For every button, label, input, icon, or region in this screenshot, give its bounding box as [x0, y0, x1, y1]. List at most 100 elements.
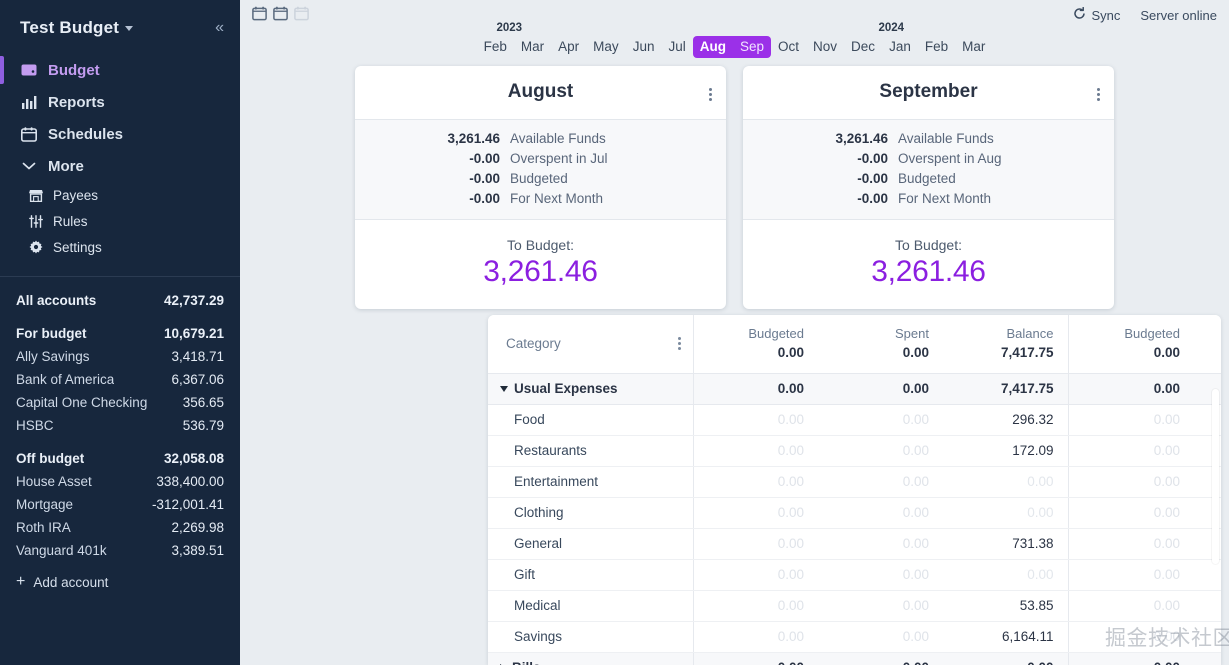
- month-mar-2023[interactable]: Mar: [514, 36, 551, 58]
- card-row-for-next-month[interactable]: -0.00 For Next Month: [743, 189, 1114, 209]
- cell-aug-balance[interactable]: 7,417.75: [943, 373, 1068, 404]
- sidebar-item-budget[interactable]: Budget: [0, 54, 240, 86]
- cell-aug-spent[interactable]: 0.00: [818, 497, 943, 528]
- account-group-for-budget[interactable]: For budget 10,679.21: [16, 322, 224, 345]
- chevrons-left-icon[interactable]: «: [215, 20, 224, 36]
- header-sep-spent[interactable]: Spent 0.00: [1194, 315, 1221, 373]
- to-budget-value[interactable]: 3,261.46: [355, 255, 726, 289]
- cell-aug-spent[interactable]: 0.00: [818, 590, 943, 621]
- card-row-overspent[interactable]: -0.00 Overspent in Jul: [355, 149, 726, 169]
- cell-sep-budgeted[interactable]: 0.00: [1068, 404, 1194, 435]
- cell-sep-budgeted[interactable]: 0.00: [1068, 435, 1194, 466]
- vertical-scrollbar[interactable]: [1212, 367, 1219, 665]
- card-row-budgeted[interactable]: -0.00 Budgeted: [743, 169, 1114, 189]
- row-category-cell[interactable]: General: [488, 528, 693, 559]
- cell-aug-balance[interactable]: 0.00: [943, 466, 1068, 497]
- cell-aug-budgeted[interactable]: 0.00: [693, 497, 818, 528]
- cell-aug-balance[interactable]: 6,164.11: [943, 621, 1068, 652]
- month-oct-2023[interactable]: Oct: [771, 36, 806, 58]
- cell-aug-spent[interactable]: 0.00: [818, 621, 943, 652]
- cell-sep-budgeted[interactable]: 0.00: [1068, 466, 1194, 497]
- account-group-off-budget[interactable]: Off budget 32,058.08: [16, 447, 224, 470]
- month-apr-2023[interactable]: Apr: [551, 36, 586, 58]
- cell-aug-budgeted[interactable]: 0.00: [693, 590, 818, 621]
- account-vanguard-401k[interactable]: Vanguard 401k 3,389.51: [16, 539, 224, 562]
- cell-aug-budgeted[interactable]: 0.00: [693, 559, 818, 590]
- kebab-menu-icon[interactable]: [1097, 86, 1100, 103]
- row-category-cell[interactable]: Medical: [488, 590, 693, 621]
- cell-aug-budgeted[interactable]: 0.00: [693, 435, 818, 466]
- card-row-budgeted[interactable]: -0.00 Budgeted: [355, 169, 726, 189]
- cell-aug-budgeted[interactable]: 0.00: [693, 466, 818, 497]
- row-category-cell[interactable]: Bills: [488, 652, 693, 665]
- header-aug-budgeted[interactable]: Budgeted 0.00: [693, 315, 818, 373]
- cell-sep-budgeted[interactable]: 0.00: [1068, 559, 1194, 590]
- cell-aug-spent[interactable]: 0.00: [818, 466, 943, 497]
- triangle-down-icon[interactable]: [500, 386, 508, 392]
- row-category-cell[interactable]: Entertainment: [488, 466, 693, 497]
- scrollbar-thumb[interactable]: [1212, 389, 1219, 564]
- month-aug-2023[interactable]: Aug: [693, 36, 733, 58]
- add-account-button[interactable]: + Add account: [0, 562, 240, 590]
- table-row[interactable]: Food 0.00 0.00 296.32 0.00 0.00 296.32: [488, 404, 1221, 435]
- month-sep-2023[interactable]: Sep: [733, 36, 771, 58]
- table-row[interactable]: Medical 0.00 0.00 53.85 0.00 0.00 53.85: [488, 590, 1221, 621]
- header-aug-balance[interactable]: Balance 7,417.75: [943, 315, 1068, 373]
- cell-aug-budgeted[interactable]: 0.00: [693, 373, 818, 404]
- table-row[interactable]: Restaurants 0.00 0.00 172.09 0.00 0.00 1…: [488, 435, 1221, 466]
- kebab-menu-icon[interactable]: [678, 335, 681, 352]
- sidebar-item-settings[interactable]: Settings: [0, 234, 240, 260]
- kebab-menu-icon[interactable]: [709, 86, 712, 103]
- cell-aug-balance[interactable]: 172.09: [943, 435, 1068, 466]
- account-mortgage[interactable]: Mortgage -312,001.41: [16, 493, 224, 516]
- cell-aug-spent[interactable]: 0.00: [818, 528, 943, 559]
- month-nov-2023[interactable]: Nov: [806, 36, 844, 58]
- table-row[interactable]: Bills 0.00 0.00 0.00 0.00 0.00 0.00: [488, 652, 1221, 665]
- cell-sep-budgeted[interactable]: 0.00: [1068, 528, 1194, 559]
- cell-aug-spent[interactable]: 0.00: [818, 435, 943, 466]
- header-category[interactable]: Category: [488, 315, 693, 373]
- account-hsbc[interactable]: HSBC 536.79: [16, 414, 224, 437]
- cell-aug-budgeted[interactable]: 0.00: [693, 652, 818, 665]
- row-category-cell[interactable]: Food: [488, 404, 693, 435]
- cell-sep-budgeted[interactable]: 0.00: [1068, 590, 1194, 621]
- month-jun-2023[interactable]: Jun: [626, 36, 662, 58]
- month-feb-2024[interactable]: Feb: [918, 36, 955, 58]
- cell-aug-balance[interactable]: 0.00: [943, 497, 1068, 528]
- cell-aug-balance[interactable]: 0.00: [943, 559, 1068, 590]
- cell-aug-balance[interactable]: 0.00: [943, 652, 1068, 665]
- table-row[interactable]: General 0.00 0.00 731.38 0.00 0.00 731.3…: [488, 528, 1221, 559]
- to-budget-value[interactable]: 3,261.46: [743, 255, 1114, 289]
- card-row-available-funds[interactable]: 3,261.46 Available Funds: [355, 129, 726, 149]
- cell-aug-spent[interactable]: 0.00: [818, 652, 943, 665]
- card-row-available-funds[interactable]: 3,261.46 Available Funds: [743, 129, 1114, 149]
- account-ally-savings[interactable]: Ally Savings 3,418.71: [16, 345, 224, 368]
- header-aug-spent[interactable]: Spent 0.00: [818, 315, 943, 373]
- account-bank-of-america[interactable]: Bank of America 6,367.06: [16, 368, 224, 391]
- table-row[interactable]: Entertainment 0.00 0.00 0.00 0.00 0.00 0…: [488, 466, 1221, 497]
- cell-aug-budgeted[interactable]: 0.00: [693, 528, 818, 559]
- cell-aug-budgeted[interactable]: 0.00: [693, 404, 818, 435]
- cell-aug-spent[interactable]: 0.00: [818, 373, 943, 404]
- account-house-asset[interactable]: House Asset 338,400.00: [16, 470, 224, 493]
- cell-sep-budgeted[interactable]: 0.00: [1068, 652, 1194, 665]
- cell-aug-spent[interactable]: 0.00: [818, 404, 943, 435]
- account-roth-ira[interactable]: Roth IRA 2,269.98: [16, 516, 224, 539]
- header-sep-budgeted[interactable]: Budgeted 0.00: [1068, 315, 1194, 373]
- cell-sep-budgeted[interactable]: 0.00: [1068, 373, 1194, 404]
- table-row[interactable]: Clothing 0.00 0.00 0.00 0.00 0.00 0.00: [488, 497, 1221, 528]
- budget-name-menu[interactable]: Test Budget: [20, 18, 133, 38]
- table-row[interactable]: Savings 0.00 0.00 6,164.11 0.00 0.00 6,1…: [488, 621, 1221, 652]
- cell-aug-budgeted[interactable]: 0.00: [693, 621, 818, 652]
- month-feb-2023[interactable]: Feb: [477, 36, 514, 58]
- sidebar-item-rules[interactable]: Rules: [0, 208, 240, 234]
- month-dec-2023[interactable]: Dec: [844, 36, 882, 58]
- sync-button[interactable]: Sync: [1073, 7, 1120, 23]
- table-row[interactable]: Usual Expenses 0.00 0.00 7,417.75 0.00 0…: [488, 373, 1221, 404]
- card-row-overspent[interactable]: -0.00 Overspent in Aug: [743, 149, 1114, 169]
- month-jul-2023[interactable]: Jul: [661, 36, 692, 58]
- row-category-cell[interactable]: Savings: [488, 621, 693, 652]
- row-category-cell[interactable]: Restaurants: [488, 435, 693, 466]
- account-capital-one-checking[interactable]: Capital One Checking 356.65: [16, 391, 224, 414]
- sidebar-item-schedules[interactable]: Schedules: [0, 118, 240, 150]
